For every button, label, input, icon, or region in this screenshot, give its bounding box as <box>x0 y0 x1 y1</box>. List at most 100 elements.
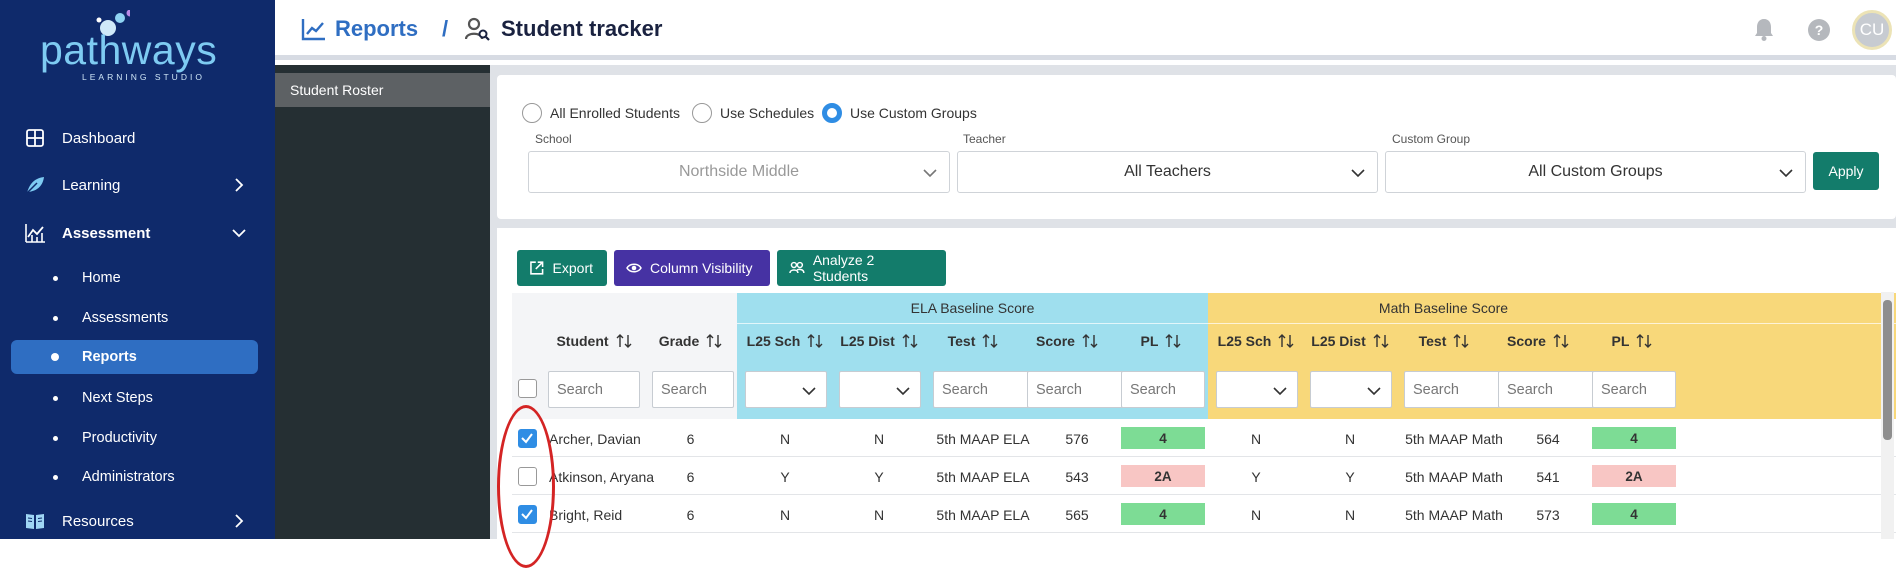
user-search-icon <box>465 17 490 41</box>
math-pl-search-input[interactable]: Search <box>1592 371 1676 408</box>
radio-use-schedules[interactable]: Use Schedules <box>692 103 814 123</box>
export-label: Export <box>552 260 593 276</box>
ela-pl-badge: 2A <box>1121 465 1205 487</box>
divider <box>737 323 1208 324</box>
custom-group-select[interactable]: All Custom Groups <box>1385 151 1806 193</box>
ela-score-cell: 576 <box>1065 430 1089 447</box>
table-row[interactable]: Atkinson, Aryana 6 Y Y 5th MAAP ELA 543 … <box>512 458 1896 495</box>
grade-search-input[interactable]: Search <box>652 371 734 408</box>
col-header-math-l25-sch[interactable]: L25 Sch <box>1211 329 1301 353</box>
subnav-assessments[interactable]: Assessments <box>11 301 258 335</box>
apply-button[interactable]: Apply <box>1813 152 1879 190</box>
col-label: L25 Sch <box>1217 333 1272 349</box>
student-name[interactable]: Bright, Reid <box>549 496 649 533</box>
chevron-down-icon <box>1367 387 1381 396</box>
ela-pl-search-input[interactable]: Search <box>1121 371 1205 408</box>
math-l25-sch-filter[interactable] <box>1216 371 1298 408</box>
math-l25-dist-filter[interactable] <box>1310 371 1392 408</box>
col-header-ela-l25-sch[interactable]: L25 Sch <box>740 329 830 353</box>
column-visibility-button[interactable]: Column Visibility <box>614 250 770 286</box>
radio-label: Use Schedules <box>720 105 815 121</box>
chart-icon <box>25 224 45 243</box>
export-icon <box>530 261 544 275</box>
col-header-grade[interactable]: Grade <box>647 329 734 353</box>
sort-icon <box>1553 334 1569 348</box>
ela-pl-badge: 4 <box>1121 503 1205 525</box>
select-all-checkbox[interactable] <box>518 379 537 398</box>
radio-all-enrolled[interactable]: All Enrolled Students <box>522 103 680 123</box>
subnav-item-student-roster[interactable]: Student Roster <box>275 73 490 107</box>
help-icon[interactable]: ? <box>1807 18 1831 42</box>
math-l25-sch-cell: N <box>1250 506 1262 523</box>
student-search-input[interactable]: Search <box>548 371 640 408</box>
nav-label: Dashboard <box>62 129 136 147</box>
math-pl-badge: 2A <box>1592 465 1676 487</box>
logo-word: pathways <box>40 27 218 73</box>
col-header-student[interactable]: Student <box>544 329 644 353</box>
ela-group-header: ELA Baseline Score <box>910 300 1035 316</box>
col-label: L25 Sch <box>746 333 801 349</box>
col-header-ela-pl[interactable]: PL <box>1116 329 1206 353</box>
sort-icon <box>1453 334 1469 348</box>
nav-resources[interactable]: Resources <box>0 503 275 539</box>
sort-icon <box>616 334 632 348</box>
table-scrollbar-thumb[interactable] <box>1883 300 1892 440</box>
col-header-ela-score[interactable]: Score <box>1022 329 1112 353</box>
top-header: Reports / Student tracker ? CU <box>275 0 1896 60</box>
ela-score-cell: 565 <box>1065 506 1089 523</box>
subnav-productivity[interactable]: Productivity <box>11 421 258 455</box>
analyze-label: Analyze 2 Students <box>812 252 875 284</box>
grade-cell: 6 <box>686 506 695 523</box>
math-score-search-input[interactable]: Search <box>1498 371 1598 408</box>
avatar[interactable]: CU <box>1852 10 1892 50</box>
ela-l25-dist-cell: N <box>873 506 885 523</box>
chevron-down-icon <box>896 387 910 396</box>
table-row[interactable]: Bright, Reid 6 N N 5th MAAP ELA 565 4 N … <box>512 496 1896 533</box>
student-name[interactable]: Atkinson, Aryana <box>549 458 654 495</box>
bell-icon[interactable] <box>1753 16 1775 42</box>
teacher-select[interactable]: All Teachers <box>957 151 1378 193</box>
chevron-down-icon <box>802 387 816 396</box>
nav-dashboard[interactable]: Dashboard <box>0 120 275 156</box>
chevron-right-icon <box>235 514 244 528</box>
bullet-icon <box>53 315 58 321</box>
col-header-math-l25-dist[interactable]: L25 Dist <box>1305 329 1395 353</box>
subnav-administrators[interactable]: Administrators <box>11 460 258 494</box>
ela-l25-sch-cell: N <box>779 430 791 447</box>
breadcrumb-reports[interactable]: Reports <box>335 16 418 42</box>
chevron-right-icon <box>235 178 244 192</box>
nav-learning[interactable]: Learning <box>0 167 275 203</box>
col-label: Score <box>1036 333 1075 349</box>
sort-icon <box>706 334 722 348</box>
svg-text:?: ? <box>1815 22 1824 38</box>
nav-assessment[interactable]: Assessment <box>0 215 275 251</box>
chevron-down-icon <box>1779 169 1793 178</box>
col-header-math-score[interactable]: Score <box>1493 329 1583 353</box>
ela-l25-sch-filter[interactable] <box>745 371 827 408</box>
math-l25-dist-cell: N <box>1344 506 1356 523</box>
analyze-students-button[interactable]: Analyze 2 Students <box>777 250 946 286</box>
subnav-reports[interactable]: Reports <box>11 340 258 374</box>
subnav-home[interactable]: Home <box>11 261 258 295</box>
pathways-logo[interactable]: pathways LEARNING STUDIO <box>40 10 230 82</box>
sort-icon <box>902 334 918 348</box>
sort-icon <box>982 334 998 348</box>
ela-test-search-input[interactable]: Search <box>933 371 1033 408</box>
subnav-next-steps[interactable]: Next Steps <box>11 381 258 415</box>
school-select[interactable]: Northside Middle <box>528 151 950 193</box>
ela-l25-dist-filter[interactable] <box>839 371 921 408</box>
nav-label: Assessment <box>62 224 151 242</box>
radio-use-custom-groups[interactable]: Use Custom Groups <box>822 103 977 123</box>
export-button[interactable]: Export <box>517 250 607 286</box>
subnav-label: Administrators <box>82 469 175 485</box>
math-pl-badge: 4 <box>1592 427 1676 449</box>
col-header-math-pl[interactable]: PL <box>1587 329 1677 353</box>
student-name[interactable]: Archer, Davian <box>549 420 649 457</box>
math-score-cell: 564 <box>1536 430 1560 447</box>
table-row[interactable]: Archer, Davian 6 N N 5th MAAP ELA 576 4 … <box>512 420 1896 457</box>
math-test-search-input[interactable]: Search <box>1404 371 1504 408</box>
col-header-ela-test[interactable]: Test <box>928 329 1018 353</box>
ela-score-search-input[interactable]: Search <box>1027 371 1127 408</box>
col-header-ela-l25-dist[interactable]: L25 Dist <box>834 329 924 353</box>
col-header-math-test[interactable]: Test <box>1399 329 1489 353</box>
